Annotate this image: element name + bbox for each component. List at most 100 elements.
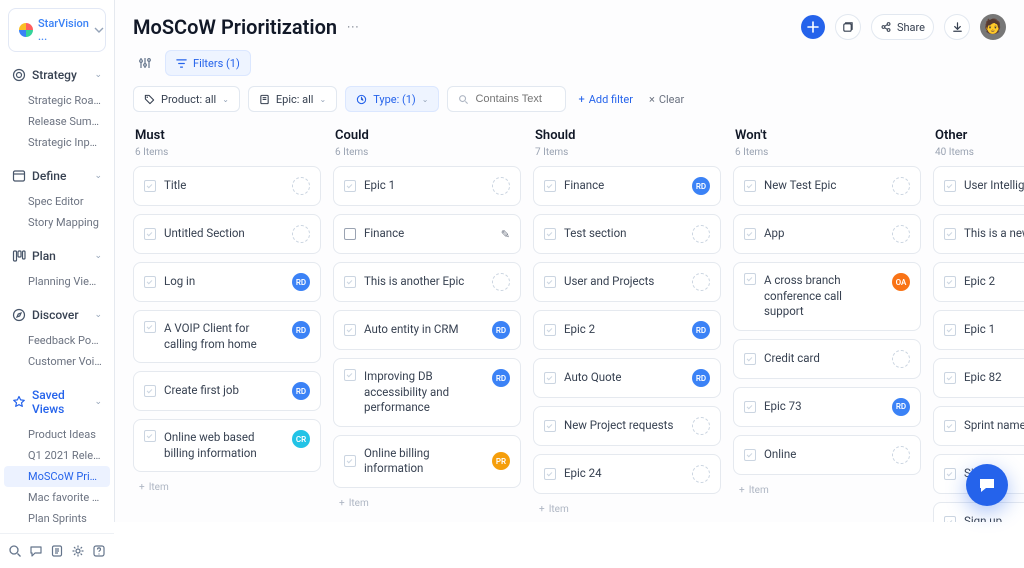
unassigned-badge[interactable] xyxy=(292,225,310,243)
assignee-badge[interactable]: RD xyxy=(692,177,710,195)
board-card[interactable]: App xyxy=(733,214,921,254)
help-icon[interactable] xyxy=(89,540,108,562)
assignee-badge[interactable]: PR xyxy=(492,452,510,470)
board-card[interactable]: Create first jobRD xyxy=(133,371,321,411)
unassigned-badge[interactable] xyxy=(892,446,910,464)
filter-epic[interactable]: Epic: all ⌄ xyxy=(248,86,337,112)
assignee-badge[interactable]: RD xyxy=(492,321,510,339)
unassigned-badge[interactable] xyxy=(692,417,710,435)
add-item-button[interactable]: +Item xyxy=(533,502,721,517)
board-card[interactable]: Auto entity in CRMRD xyxy=(333,310,521,350)
copy-button[interactable] xyxy=(835,14,861,40)
assignee-badge[interactable]: RD xyxy=(292,382,310,400)
saved-view-item[interactable]: Plan Sprints xyxy=(4,508,110,529)
board-card[interactable]: Auto QuoteRD xyxy=(533,358,721,398)
settings-sliders-icon[interactable] xyxy=(133,51,157,75)
board-card[interactable]: A VOIP Client for calling from homeRD xyxy=(133,310,321,363)
nav-item[interactable]: Release Summary xyxy=(4,111,110,132)
assignee-badge[interactable]: CR xyxy=(292,430,310,448)
board-card[interactable]: Credit card xyxy=(733,339,921,379)
board-card[interactable]: Epic 2RD xyxy=(533,310,721,350)
filter-type[interactable]: Type: (1) ⌄ xyxy=(345,86,439,112)
nav-head-saved[interactable]: Saved Views ⌄ xyxy=(4,382,110,422)
assignee-badge[interactable]: RD xyxy=(692,369,710,387)
assignee-badge[interactable]: RD xyxy=(492,369,510,387)
nav-item[interactable]: Strategic Inputs xyxy=(4,132,110,153)
saved-view-item[interactable]: Q1 2021 Release Stat... xyxy=(4,445,110,466)
saved-view-item[interactable]: MoSCoW Prioritization xyxy=(4,466,110,487)
board-card[interactable]: Epic 24 xyxy=(533,454,721,494)
add-item-button[interactable]: +Item xyxy=(733,483,921,498)
board-card[interactable]: Improving DB accessibility and performan… xyxy=(333,358,521,427)
unassigned-badge[interactable] xyxy=(892,177,910,195)
add-item-button[interactable]: +Item xyxy=(333,496,521,511)
search-input[interactable] xyxy=(475,93,555,105)
add-item-button[interactable]: +Item xyxy=(133,480,321,495)
filters-button[interactable]: Filters (1) xyxy=(165,50,251,76)
assignee-badge[interactable]: RD xyxy=(692,321,710,339)
gear-icon[interactable] xyxy=(68,540,87,562)
nav-head-plan[interactable]: Plan ⌄ xyxy=(4,243,110,269)
unassigned-badge[interactable] xyxy=(492,273,510,291)
nav-head-define[interactable]: Define ⌄ xyxy=(4,163,110,189)
unassigned-badge[interactable] xyxy=(292,177,310,195)
unassigned-badge[interactable] xyxy=(892,225,910,243)
nav-item[interactable]: Feedback Portal↗ xyxy=(4,330,110,351)
add-button[interactable] xyxy=(801,15,825,39)
search-icon[interactable] xyxy=(6,540,25,562)
unassigned-badge[interactable] xyxy=(692,465,710,483)
board-card[interactable]: New Test Epic xyxy=(733,166,921,206)
saved-view-item[interactable]: Mac favorite view xyxy=(4,487,110,508)
checkbox-icon[interactable] xyxy=(344,228,356,240)
add-filter-button[interactable]: + Add filter xyxy=(574,93,637,106)
nav-item[interactable]: Story Mapping xyxy=(4,212,110,233)
board-card[interactable]: FinanceRD xyxy=(533,166,721,206)
unassigned-badge[interactable] xyxy=(692,273,710,291)
board-card[interactable]: This is another Epic xyxy=(333,262,521,302)
assignee-badge[interactable]: RD xyxy=(892,398,910,416)
board-card[interactable]: Test section xyxy=(533,214,721,254)
board-card[interactable]: Online web based billing informationCR xyxy=(133,419,321,472)
nav-item[interactable]: Strategic Roadmap xyxy=(4,90,110,111)
saved-view-item[interactable]: Product Ideas xyxy=(4,424,110,445)
edit-icon[interactable]: ✎ xyxy=(501,228,510,241)
assignee-badge[interactable]: RD xyxy=(292,273,310,291)
board-card[interactable]: New Project requests xyxy=(533,406,721,446)
unassigned-badge[interactable] xyxy=(692,225,710,243)
assignee-badge[interactable]: RD xyxy=(292,321,310,339)
note-icon[interactable] xyxy=(48,540,67,562)
board-card[interactable]: Epic 1 xyxy=(333,166,521,206)
page-menu-button[interactable]: ··· xyxy=(347,20,359,34)
board-card[interactable]: Untitled Section xyxy=(133,214,321,254)
board-card[interactable]: Sign up xyxy=(933,502,1024,522)
board-card[interactable]: A cross branch conference call supportOA xyxy=(733,262,921,331)
assignee-badge[interactable]: OA xyxy=(892,273,910,291)
board-card[interactable]: Title xyxy=(133,166,321,206)
board-card[interactable]: Epic 73RD xyxy=(733,387,921,427)
chat-icon[interactable] xyxy=(27,540,46,562)
board-card[interactable]: This is a new Epic xyxy=(933,214,1024,254)
board-card[interactable]: Epic 82 xyxy=(933,358,1024,398)
nav-item[interactable]: Spec Editor xyxy=(4,191,110,212)
workspace-picker[interactable]: StarVision ... xyxy=(8,8,106,52)
nav-item[interactable]: Customer Voice xyxy=(4,351,110,372)
board-card[interactable]: Epic 2 xyxy=(933,262,1024,302)
board-card[interactable]: Finance✎ xyxy=(333,214,521,254)
clear-filter-button[interactable]: × Clear xyxy=(645,93,688,106)
chat-fab[interactable] xyxy=(966,464,1008,506)
board-card[interactable]: User and Projects xyxy=(533,262,721,302)
board-card[interactable]: Sprint name xyxy=(933,406,1024,446)
user-avatar[interactable]: 🧑 xyxy=(980,14,1006,40)
board-card[interactable]: Epic 1 xyxy=(933,310,1024,350)
nav-head-strategy[interactable]: Strategy ⌄ xyxy=(4,62,110,88)
unassigned-badge[interactable] xyxy=(892,350,910,368)
nav-head-discover[interactable]: Discover ⌄ xyxy=(4,302,110,328)
board-card[interactable]: Log inRD xyxy=(133,262,321,302)
board-card[interactable]: Online xyxy=(733,435,921,475)
download-button[interactable] xyxy=(944,14,970,40)
filter-search[interactable] xyxy=(447,86,566,112)
board-card[interactable]: Online billing informationPR xyxy=(333,435,521,488)
unassigned-badge[interactable] xyxy=(492,177,510,195)
filter-product[interactable]: Product: all ⌄ xyxy=(133,86,240,112)
share-button[interactable]: Share xyxy=(871,14,934,40)
